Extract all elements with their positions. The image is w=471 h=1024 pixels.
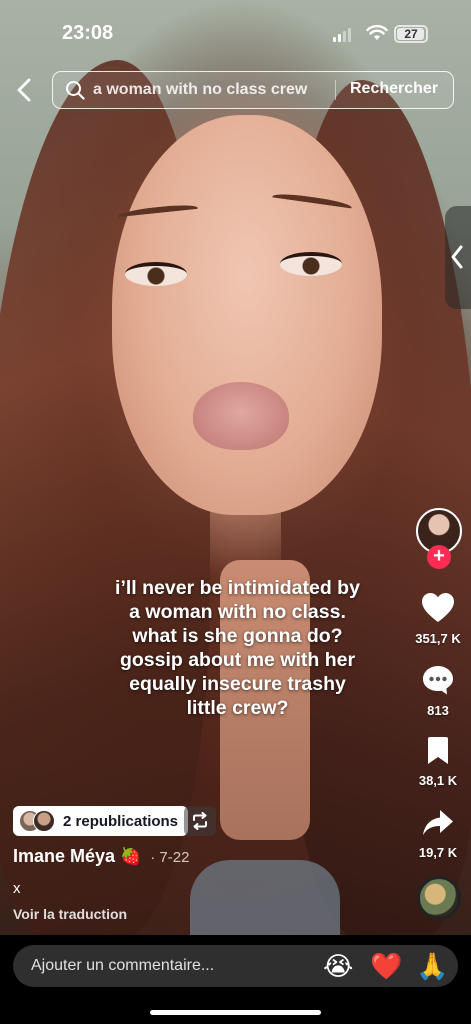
repost-icon: [193, 812, 207, 830]
comment-count: 813: [427, 703, 449, 718]
caption-line: a woman with no class.: [129, 601, 346, 623]
caption-line: equally insecure trashy: [129, 673, 346, 695]
video-caption: i’ll never be intimidated by a woman wit…: [100, 576, 375, 720]
plus-icon: +: [433, 545, 445, 567]
save-count: 38,1 K: [418, 773, 458, 788]
wifi-icon: [366, 24, 388, 40]
search-bar[interactable]: a woman with no class crew Rechercher: [52, 71, 454, 109]
status-bar: 23:08 27: [0, 0, 471, 60]
video-lips: [193, 382, 289, 450]
home-indicator[interactable]: [150, 1010, 321, 1015]
bookmark-icon: [428, 737, 448, 764]
quick-emoji-pray[interactable]: 🙏: [416, 951, 448, 981]
share-count: 19,7 K: [418, 845, 458, 860]
translate-link[interactable]: Voir la traduction: [13, 906, 127, 922]
like-button[interactable]: 351,7 K: [410, 592, 466, 646]
battery-icon: 27: [394, 25, 428, 43]
bottom-bar: Ajouter un commentaire... 😭 ❤️ 🙏: [0, 935, 471, 1024]
video-eye-left: [125, 262, 187, 286]
sound-disc[interactable]: [417, 876, 461, 920]
republications-badge[interactable]: 2 republications: [13, 806, 189, 836]
share-button[interactable]: 19,7 K: [410, 808, 466, 860]
video-face: [112, 115, 382, 515]
caption-line: what is she gonna do?: [132, 625, 343, 647]
republisher-avatars: [19, 810, 57, 832]
comment-placeholder: Ajouter un commentaire...: [31, 957, 215, 974]
heart-icon: [422, 593, 454, 622]
comment-icon: [423, 666, 453, 695]
share-icon: [423, 810, 453, 835]
quick-emoji-heart[interactable]: ❤️: [370, 951, 402, 981]
post-description: x: [13, 880, 21, 897]
caption-line: i’ll never be intimidated by: [115, 577, 360, 599]
back-chevron-icon[interactable]: [12, 76, 38, 104]
caption-line: gossip about me with her: [119, 649, 356, 671]
search-icon: [66, 81, 85, 100]
follow-button[interactable]: +: [427, 545, 451, 569]
author-line[interactable]: Imane Méya 🍓 · 7-22: [13, 846, 189, 867]
cellular-signal-icon: [333, 28, 351, 42]
search-input[interactable]: a woman with no class crew: [93, 81, 307, 99]
video-eye-right: [280, 252, 342, 276]
caption-line: little crew?: [186, 697, 289, 719]
search-button[interactable]: Rechercher: [350, 80, 438, 98]
status-time: 23:08: [62, 22, 114, 44]
side-panel-handle[interactable]: [445, 206, 471, 309]
comment-button[interactable]: 813: [410, 664, 466, 718]
post-date: · 7-22: [150, 849, 190, 866]
save-button[interactable]: 38,1 K: [410, 736, 466, 788]
author-name[interactable]: Imane Méya: [13, 846, 115, 866]
quick-emoji-crying[interactable]: 😭: [323, 951, 353, 981]
search-divider: [335, 80, 336, 100]
author-emoji: 🍓: [120, 847, 142, 866]
battery-level: 27: [404, 27, 418, 41]
repost-button[interactable]: [184, 806, 216, 836]
like-count: 351,7 K: [415, 631, 461, 646]
comment-input[interactable]: Ajouter un commentaire... 😭 ❤️ 🙏: [13, 945, 458, 987]
republications-label: 2 republications: [63, 812, 179, 830]
panel-chevron-icon: [451, 245, 463, 269]
